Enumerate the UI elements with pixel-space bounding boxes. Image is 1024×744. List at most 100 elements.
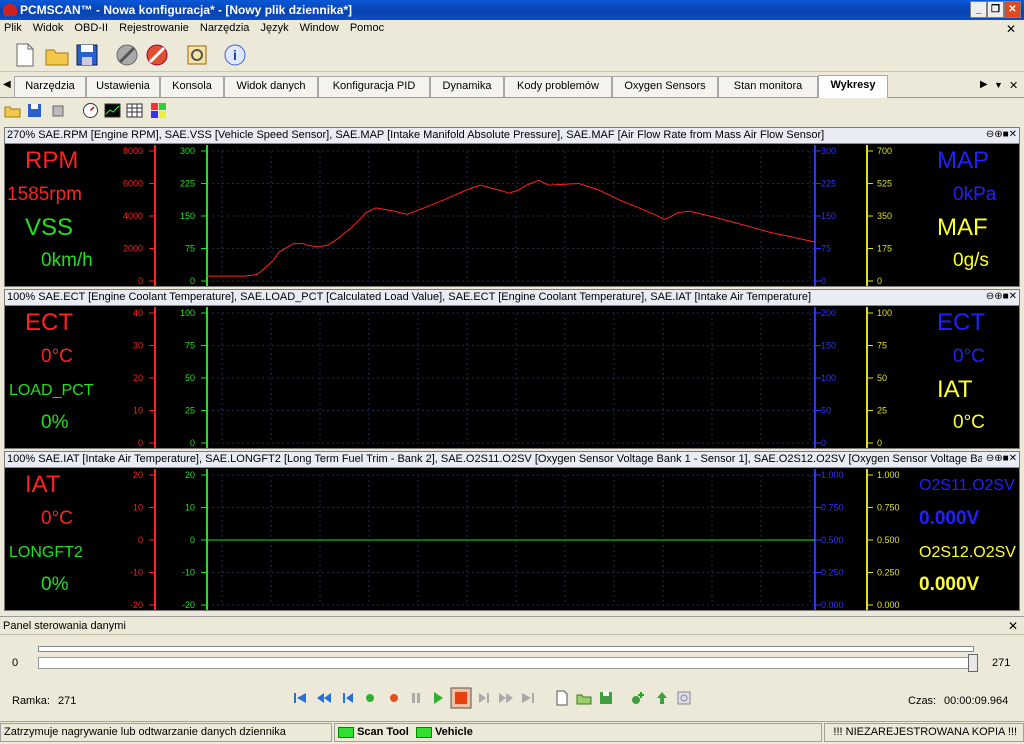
axis-tick-label: 0 xyxy=(821,276,826,286)
axis-tick-label: 6000 xyxy=(123,179,143,189)
disconnect-icon[interactable] xyxy=(114,42,140,68)
tab-narzedzia[interactable]: Narzędzia xyxy=(14,76,86,97)
tab-menu-icon[interactable]: ▼ xyxy=(994,80,1003,90)
record-start-icon[interactable] xyxy=(362,690,378,706)
menu-jezyk[interactable]: Język xyxy=(256,20,292,34)
save-icon[interactable] xyxy=(74,42,100,68)
axis-tick-label: 20 xyxy=(133,373,143,383)
restore-button[interactable]: ❐ xyxy=(987,1,1004,18)
first-frame-icon[interactable] xyxy=(292,690,308,706)
chart-panel-controls-icon[interactable]: ⊖⊕■✕ xyxy=(981,453,1017,464)
log-settings-icon[interactable] xyxy=(676,690,692,706)
axis-tick-label: 100 xyxy=(821,373,836,383)
axis-tick-label: 0.500 xyxy=(821,535,844,545)
vehicle-label: Vehicle xyxy=(434,726,473,738)
colors-icon[interactable] xyxy=(150,102,167,119)
tab-wykresy[interactable]: Wykresy xyxy=(818,75,888,98)
app-icon xyxy=(3,4,17,16)
stop-icon[interactable] xyxy=(450,687,472,709)
play-icon[interactable] xyxy=(430,690,446,706)
minimize-button[interactable]: _ xyxy=(970,1,987,18)
connection-status: Scan Tool Vehicle xyxy=(334,723,822,742)
left-series-label: RPM xyxy=(25,147,79,174)
frame-value: 271 xyxy=(58,695,77,707)
time-value: 00:00:09.964 xyxy=(944,695,1009,707)
axis-tick-label: 25 xyxy=(877,406,887,416)
axis-tick-label: 20 xyxy=(133,470,143,480)
new-file-icon[interactable] xyxy=(12,42,38,68)
rewind-icon[interactable] xyxy=(316,690,332,706)
chart-panel: 100% SAE.ECT [Engine Coolant Temperature… xyxy=(4,289,1020,449)
axis-tick-label: 0 xyxy=(138,535,143,545)
close-button[interactable]: ✕ xyxy=(1004,1,1021,18)
axis-tick-label: 0.250 xyxy=(821,568,844,578)
step-forward-icon[interactable] xyxy=(476,690,492,706)
slider-max-label: 271 xyxy=(992,657,1011,669)
right-series-label: O2S11.O2SV xyxy=(919,477,1015,494)
tab-oxygen-sensors[interactable]: Oxygen Sensors xyxy=(612,76,718,97)
left-series-value: 1585rpm xyxy=(7,184,82,205)
slider-thumb[interactable] xyxy=(968,654,978,672)
chart-icon[interactable] xyxy=(104,102,121,119)
info-icon[interactable]: i xyxy=(222,42,248,68)
tab-scroll-right-icon[interactable]: ▶ xyxy=(980,79,988,90)
right-series-label: MAP xyxy=(937,147,990,174)
axis-tick-label: 0.000 xyxy=(877,600,900,610)
menu-widok[interactable]: Widok xyxy=(29,20,68,34)
frame-label: Ramka: xyxy=(12,695,50,707)
frame-slider[interactable] xyxy=(38,657,974,669)
menu-narzedzia[interactable]: Narzędzia xyxy=(196,20,254,34)
right-series-value: 0kPa xyxy=(953,184,997,205)
table-icon[interactable] xyxy=(126,102,143,119)
axis-tick-label: 75 xyxy=(821,244,831,254)
tab-scroll-left-icon[interactable]: ◀ xyxy=(3,79,11,90)
axis-tick-label: 100 xyxy=(877,308,892,318)
open-icon[interactable] xyxy=(4,102,21,119)
left-series-value: 0°C xyxy=(41,508,73,529)
mdi-close-icon[interactable]: ✕ xyxy=(1002,20,1020,36)
settings-icon[interactable] xyxy=(184,42,210,68)
gauge-icon[interactable] xyxy=(82,102,99,119)
export-icon[interactable] xyxy=(654,690,670,706)
menu-window[interactable]: Window xyxy=(296,20,343,34)
last-frame-icon[interactable] xyxy=(520,690,536,706)
axis-tick-label: 150 xyxy=(821,341,836,351)
fast-forward-icon[interactable] xyxy=(498,690,514,706)
connect-icon[interactable] xyxy=(144,42,170,68)
chart-plot-area: 4030201001007550250200150100500100755025… xyxy=(133,307,892,448)
tab-kody-problemow[interactable]: Kody problemów xyxy=(504,76,612,97)
open-folder-icon[interactable] xyxy=(44,42,70,68)
control-panel-close-icon[interactable]: ✕ xyxy=(1008,619,1018,633)
chart-panel-controls-icon[interactable]: ⊖⊕■✕ xyxy=(981,129,1017,140)
tab-konfiguracja-pid[interactable]: Konfiguracja PID xyxy=(318,76,430,97)
tab-ustawienia[interactable]: Ustawienia xyxy=(86,76,160,97)
tab-konsola[interactable]: Konsola xyxy=(160,76,224,97)
chart-panel-header: 100% SAE.IAT [Intake Air Temperature], S… xyxy=(5,452,1019,468)
add-marker-icon[interactable] xyxy=(630,690,646,706)
save-icon[interactable] xyxy=(26,102,43,119)
time-label: Czas: xyxy=(908,695,937,707)
menu-pomoc[interactable]: Pomoc xyxy=(346,20,388,34)
tab-dynamika[interactable]: Dynamika xyxy=(430,76,504,97)
tab-stan-monitora[interactable]: Stan monitora xyxy=(718,76,818,97)
status-message: Zatrzymuje nagrywanie lub odtwarzanie da… xyxy=(0,723,332,742)
tab-close-icon[interactable]: ✕ xyxy=(1009,79,1018,92)
menu-plik[interactable]: Plik xyxy=(0,20,26,34)
pause-icon[interactable] xyxy=(408,690,424,706)
clear-icon[interactable] xyxy=(50,102,67,119)
left-series-value: 0km/h xyxy=(41,250,93,271)
open-log-icon[interactable] xyxy=(576,690,592,706)
tab-widok-danych[interactable]: Widok danych xyxy=(224,76,318,97)
new-log-icon[interactable] xyxy=(554,690,570,706)
axis-tick-label: 300 xyxy=(180,146,195,156)
record-icon[interactable] xyxy=(386,690,402,706)
menu-obd[interactable]: OBD-II xyxy=(70,20,112,34)
step-back-icon[interactable] xyxy=(340,690,356,706)
chart-plot-area: 8000 6000 4000 2000 0 300 225 150 75 0 300 225 150 75… xyxy=(123,145,892,286)
save-log-icon[interactable] xyxy=(598,690,614,706)
chart-panel-controls-icon[interactable]: ⊖⊕■✕ xyxy=(981,291,1017,302)
menu-rejestrowanie[interactable]: Rejestrowanie xyxy=(115,20,193,34)
scan-tool-led xyxy=(338,726,354,738)
axis-tick-label: -10 xyxy=(130,568,143,578)
axis-tick-label: 1.000 xyxy=(821,470,844,480)
